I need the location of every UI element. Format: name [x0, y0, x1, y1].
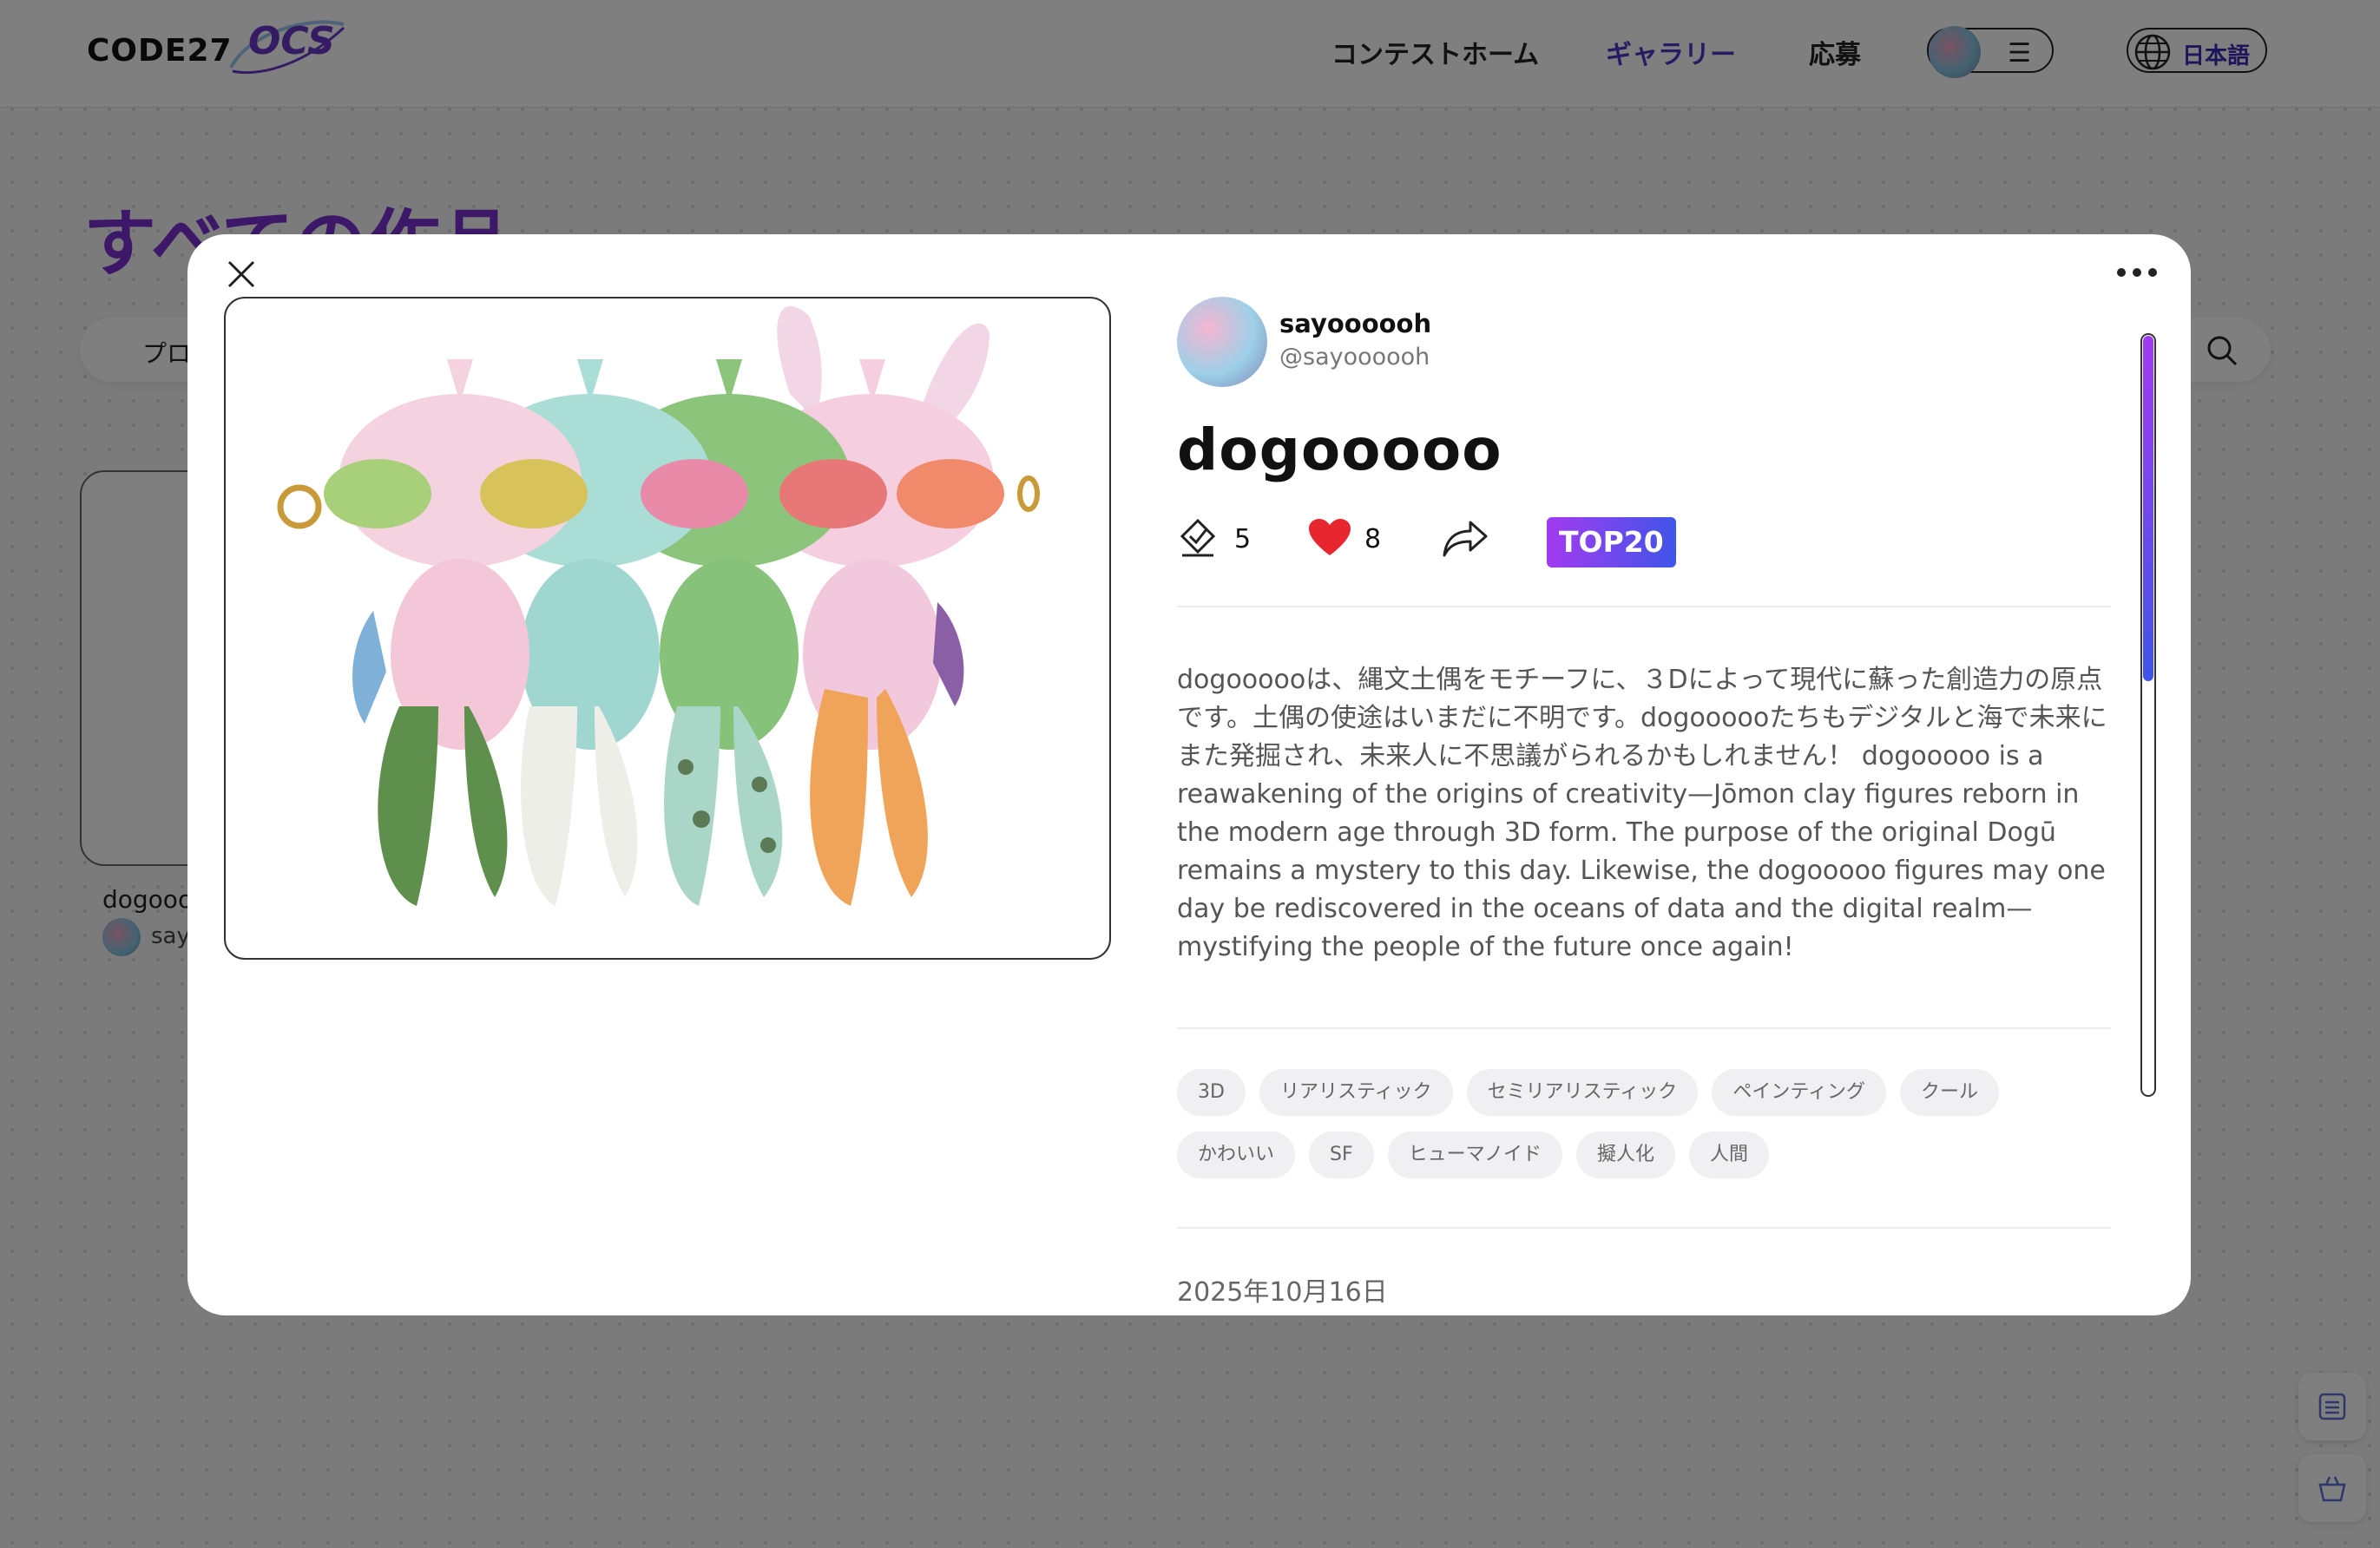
tag-list: 3D リアリスティック セミリアリスティック ペインティング クール かわいい … [1177, 1069, 2114, 1178]
tag-chip[interactable]: 人間 [1689, 1131, 1770, 1178]
tag-chip[interactable]: ヒューマノイド [1387, 1131, 1562, 1178]
post-date: 2025年10月16日 [1177, 1277, 1388, 1308]
top20-badge: TOP20 [1547, 517, 1676, 567]
artwork-image[interactable] [224, 297, 1111, 960]
more-options-icon[interactable] [2114, 255, 2160, 290]
evaluate-check-icon [1180, 518, 1216, 557]
divider [1177, 606, 2111, 607]
tag-chip[interactable]: SF [1309, 1131, 1374, 1178]
tag-chip[interactable]: リアリスティック [1259, 1069, 1453, 1116]
share-arrow-icon [1443, 521, 1488, 557]
author-name[interactable]: sayoooooh [1279, 309, 1431, 338]
artwork-description: dogoooooは、縄文土偶をモチーフに、３Dによって現代に蘇った創造力の原点で… [1177, 665, 2107, 962]
divider [1177, 1227, 2111, 1229]
tag-chip[interactable]: ペインティング [1712, 1069, 1886, 1116]
tag-chip[interactable]: セミリアリスティック [1466, 1069, 1699, 1116]
close-icon[interactable] [220, 253, 262, 295]
heart-icon [1309, 519, 1351, 555]
author-handle[interactable]: @sayoooooh [1279, 344, 1430, 371]
tag-chip[interactable]: かわいい [1177, 1131, 1296, 1178]
artwork-figures-illustration [277, 305, 1040, 906]
author-avatar[interactable] [1177, 297, 1267, 387]
modal-scrollbar[interactable] [2140, 333, 2156, 1097]
divider [1177, 1027, 2111, 1029]
artwork-detail-modal: sayoooooh @sayoooooh dogooooo 5 8 TOP20 … [187, 234, 2191, 1315]
artwork-title: dogooooo [1177, 417, 1502, 483]
tag-chip[interactable]: クール [1900, 1069, 2000, 1116]
evaluate-count: 5 [1234, 524, 1252, 554]
scrollbar-thumb[interactable] [2143, 336, 2153, 681]
tag-chip[interactable]: 擬人化 [1575, 1131, 1675, 1178]
tag-chip[interactable]: 3D [1177, 1069, 1246, 1116]
like-count: 8 [1364, 524, 1382, 554]
